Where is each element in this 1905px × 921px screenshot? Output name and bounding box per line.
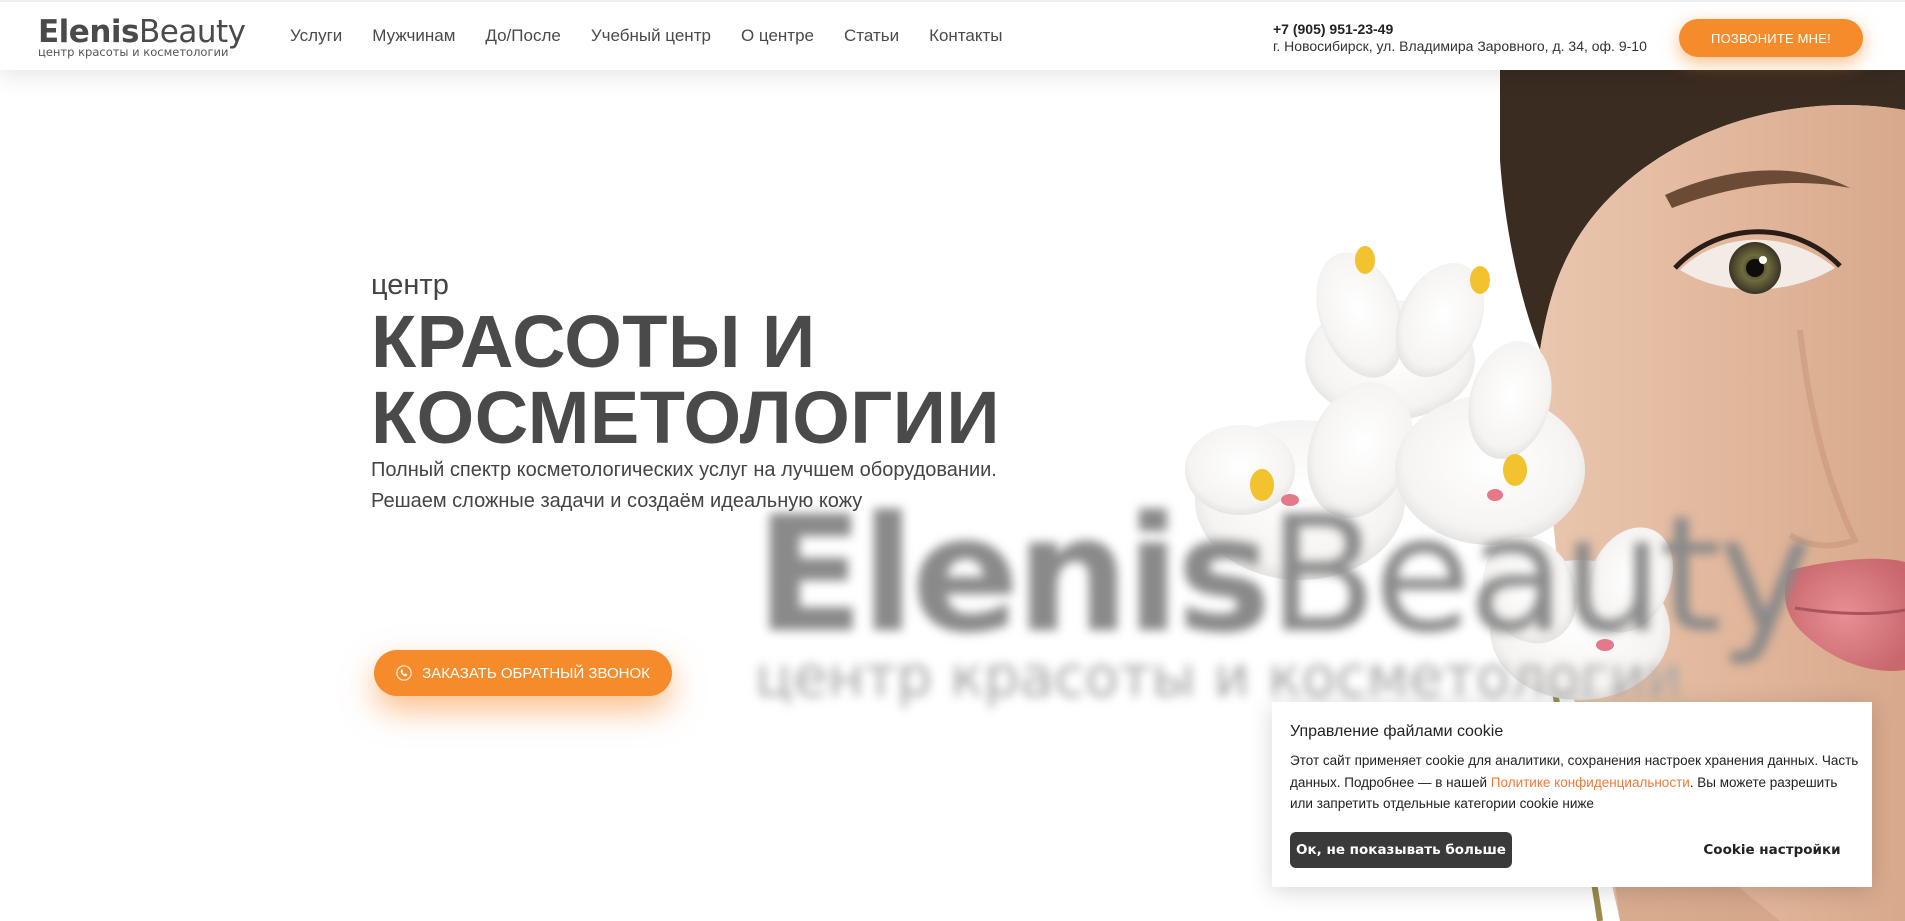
phone-icon [396,665,412,681]
order-callback-button[interactable]: ЗАКАЗАТЬ ОБРАТНЫЙ ЗВОНОК [374,650,672,696]
nav-item-services[interactable]: Услуги [290,26,342,46]
nav-item-contacts[interactable]: Контакты [929,26,1002,46]
privacy-policy-link[interactable]: Политике конфиденциальности [1491,775,1690,790]
hero-description: Полный спектр косметологических услуг на… [371,455,1000,517]
hero-title-line-2: КОСМЕТОЛОГИИ [371,376,1001,459]
cookie-text: Этот сайт применяет cookie для аналитики… [1290,750,1860,815]
main-nav: Услуги Мужчинам До/После Учебный центр О… [290,26,1033,46]
logo[interactable]: ElenisBeauty центр красоты и косметологи… [38,16,246,59]
header-contacts: +7 (905) 951-23-49 г. Новосибирск, ул. В… [1273,21,1647,55]
logo-tagline: центр красоты и косметологии [38,45,229,59]
call-me-button[interactable]: ПОЗВОНИТЕ МНЕ! [1679,19,1863,57]
eye-highlight [1759,256,1767,264]
hero-title-line-1: КРАСОТЫ И [371,300,816,383]
nav-item-articles[interactable]: Статьи [844,26,899,46]
hero-text: центр КРАСОТЫ И КОСМЕТОЛОГИИ Полный спек… [371,268,1000,517]
cookie-consent-panel: Управление файлами cookie Этот сайт прим… [1272,702,1872,887]
nav-item-before-after[interactable]: До/После [485,26,560,46]
hero-kicker: центр [371,269,449,301]
site-header: ElenisBeauty центр красоты и косметологи… [0,0,1905,70]
hero-title: КРАСОТЫ И КОСМЕТОЛОГИИ [371,304,1000,456]
nav-item-about[interactable]: О центре [741,26,814,46]
hero-description-line-2: Решаем сложные задачи и создаём идеальну… [371,490,863,512]
logo-wordmark: ElenisBeauty [38,16,246,48]
header-address: г. Новосибирск, ул. Владимира Заровного,… [1273,38,1647,54]
nav-item-training-center[interactable]: Учебный центр [591,26,711,46]
orchid-flower-2 [1185,382,1413,580]
cookie-accept-button[interactable]: Ок, не показывать больше [1290,832,1512,868]
cookie-settings-button[interactable]: Cookie настройки [1672,832,1872,868]
hero-description-line-1: Полный спектр косметологических услуг на… [371,459,997,481]
order-callback-label: ЗАКАЗАТЬ ОБРАТНЫЙ ЗВОНОК [422,664,650,682]
cookie-title: Управление файлами cookie [1290,723,1504,740]
nav-item-men[interactable]: Мужчинам [372,26,455,46]
header-phone[interactable]: +7 (905) 951-23-49 [1273,21,1647,38]
